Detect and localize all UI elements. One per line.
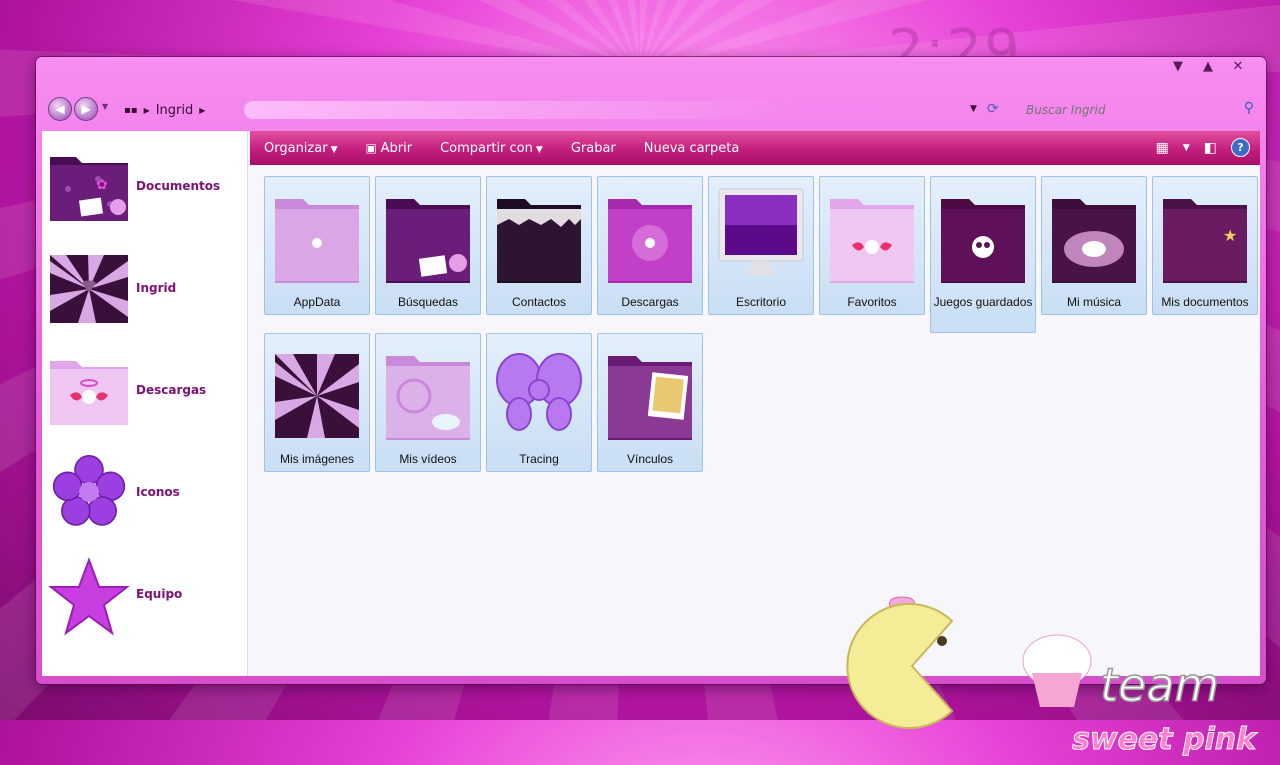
organize-button[interactable]: Organizar ▼ bbox=[250, 141, 351, 156]
search-input[interactable] bbox=[1024, 99, 1258, 121]
burn-button[interactable]: Grabar bbox=[557, 141, 630, 156]
address-glow bbox=[244, 101, 804, 119]
sidebar-item-descargas[interactable]: Descargas bbox=[48, 345, 243, 435]
sidebar-item-iconos[interactable]: Iconos bbox=[48, 447, 243, 537]
star-icon bbox=[48, 557, 130, 636]
view-controls: ▦ ▼ ◧ ? bbox=[1156, 138, 1250, 157]
file-name: Tracing bbox=[519, 452, 559, 466]
file-item-contactos[interactable]: Contactos bbox=[486, 176, 592, 315]
file-name: Juegos guardados bbox=[933, 295, 1033, 309]
folder-icon bbox=[273, 340, 361, 440]
address-controls: ▼ ⟳ bbox=[970, 101, 999, 117]
file-name: Mi música bbox=[1066, 295, 1121, 309]
minimize-button[interactable]: ▼ bbox=[1170, 59, 1186, 74]
watermark-line1: team bbox=[1100, 658, 1219, 712]
sidebar-item-label: Documentos bbox=[136, 179, 221, 193]
chevron-right-icon[interactable]: ▶ bbox=[199, 106, 205, 115]
back-button[interactable]: ◀ bbox=[48, 97, 72, 121]
team-sweet-pink-watermark: team sweet pink bbox=[842, 581, 1262, 761]
file-name: AppData bbox=[293, 295, 341, 309]
folder-icon bbox=[495, 183, 583, 283]
striped-folder-icon bbox=[48, 251, 130, 325]
folder-icon: ★ bbox=[1161, 183, 1249, 283]
folder-icon bbox=[1050, 183, 1138, 283]
file-name: Favoritos bbox=[847, 295, 897, 309]
file-item-favoritos[interactable]: Favoritos bbox=[819, 176, 925, 315]
folder-purple-icon: ✿ bbox=[48, 149, 130, 223]
share-button[interactable]: Compartir con ▼ bbox=[426, 141, 557, 156]
caption-buttons: ▼ ▲ ✕ bbox=[1170, 59, 1246, 74]
file-item-escritorio[interactable]: Escritorio bbox=[708, 176, 814, 315]
file-item-vinculos[interactable]: Vínculos bbox=[597, 333, 703, 472]
refresh-icon[interactable]: ⟳ bbox=[987, 101, 999, 117]
file-item-mis-documentos[interactable]: ★ Mis documentos bbox=[1152, 176, 1258, 315]
svg-text:★: ★ bbox=[1223, 226, 1237, 245]
file-name: Descargas bbox=[621, 295, 679, 309]
file-item-mis-imagenes[interactable]: Mis imágenes bbox=[264, 333, 370, 472]
watermark-line2: sweet pink bbox=[1072, 722, 1258, 757]
explorer-client-area: ✿ Documentos Ingrid Descargas Iconos Equ… bbox=[42, 131, 1260, 758]
sidebar-item-label: Descargas bbox=[136, 383, 207, 397]
file-name: Contactos bbox=[511, 295, 567, 309]
file-item-mis-videos[interactable]: Mis vídeos bbox=[375, 333, 481, 472]
address-dropdown-icon[interactable]: ▼ bbox=[970, 104, 977, 114]
sidebar-item-ingrid[interactable]: Ingrid bbox=[48, 243, 243, 333]
maximize-button[interactable]: ▲ bbox=[1200, 59, 1216, 74]
folder-icon bbox=[606, 340, 694, 440]
help-icon[interactable]: ? bbox=[1231, 138, 1250, 157]
command-bar: Organizar ▼ ▣ Abrir Compartir con ▼ Grabar… bbox=[250, 131, 1260, 165]
file-item-juegos-guardados[interactable]: Juegos guardados bbox=[930, 176, 1036, 333]
folder-icon bbox=[828, 183, 916, 283]
folder-icon bbox=[273, 183, 361, 283]
file-name: Mis documentos bbox=[1161, 295, 1249, 309]
folder-icon bbox=[606, 183, 694, 283]
home-icon: ▪▪ bbox=[124, 104, 138, 116]
sidebar-item-equipo[interactable]: Equipo bbox=[48, 549, 243, 639]
chevron-down-icon: ▼ bbox=[330, 144, 338, 155]
view-dropdown-icon[interactable]: ▼ bbox=[1183, 143, 1190, 153]
bow-icon bbox=[495, 340, 583, 440]
search-icon[interactable]: ⚲ bbox=[1244, 100, 1254, 116]
file-name: Mis vídeos bbox=[399, 452, 457, 466]
file-item-tracing[interactable]: Tracing bbox=[486, 333, 592, 472]
sidebar-item-label: Equipo bbox=[136, 587, 183, 601]
skull-folder-icon bbox=[939, 183, 1027, 283]
breadcrumb[interactable]: ▪▪ ▶ Ingrid ▶ bbox=[124, 101, 205, 119]
close-button[interactable]: ✕ bbox=[1230, 59, 1246, 74]
view-options-icon[interactable]: ▦ bbox=[1156, 140, 1169, 156]
navigation-pane: ✿ Documentos Ingrid Descargas Iconos Equ… bbox=[42, 131, 248, 676]
forward-button[interactable]: ▶ bbox=[74, 97, 98, 121]
chevron-right-icon[interactable]: ▶ bbox=[144, 106, 150, 115]
angel-folder-icon bbox=[48, 353, 130, 427]
sidebar-item-documentos[interactable]: ✿ Documentos bbox=[48, 141, 243, 231]
new-folder-button[interactable]: Nueva carpeta bbox=[630, 141, 754, 156]
file-name: Escritorio bbox=[735, 295, 786, 309]
monitor-icon bbox=[717, 183, 805, 283]
file-name: Búsquedas bbox=[397, 295, 459, 309]
file-item-mi-musica[interactable]: Mi música bbox=[1041, 176, 1147, 315]
explorer-window: ▼ ▲ ✕ ◀ ▶ ▼ ▪▪ ▶ Ingrid ▶ ▼ ⟳ ⚲ bbox=[36, 57, 1266, 758]
open-folder-icon: ▣ bbox=[365, 140, 381, 155]
file-item-descargas[interactable]: Descargas bbox=[597, 176, 703, 315]
chevron-down-icon: ▼ bbox=[535, 144, 543, 155]
breadcrumb-item[interactable]: Ingrid bbox=[156, 103, 194, 118]
file-item-busquedas[interactable]: Búsquedas bbox=[375, 176, 481, 315]
preview-pane-icon[interactable]: ◧ bbox=[1204, 140, 1217, 156]
recent-pages-dropdown-icon[interactable]: ▼ bbox=[102, 102, 108, 111]
file-name: Mis imágenes bbox=[279, 452, 355, 466]
svg-text:✿: ✿ bbox=[96, 177, 108, 193]
folder-icon bbox=[384, 183, 472, 283]
folder-icon bbox=[384, 340, 472, 440]
file-item-appdata[interactable]: AppData bbox=[264, 176, 370, 315]
sidebar-item-label: Iconos bbox=[136, 485, 180, 499]
sidebar-item-label: Ingrid bbox=[136, 281, 177, 295]
file-name: Vínculos bbox=[626, 452, 674, 466]
open-button[interactable]: ▣ Abrir bbox=[351, 141, 426, 156]
address-bar: ◀ ▶ ▼ ▪▪ ▶ Ingrid ▶ ▼ ⟳ ⚲ bbox=[44, 95, 1258, 125]
flower-icon bbox=[48, 455, 130, 529]
